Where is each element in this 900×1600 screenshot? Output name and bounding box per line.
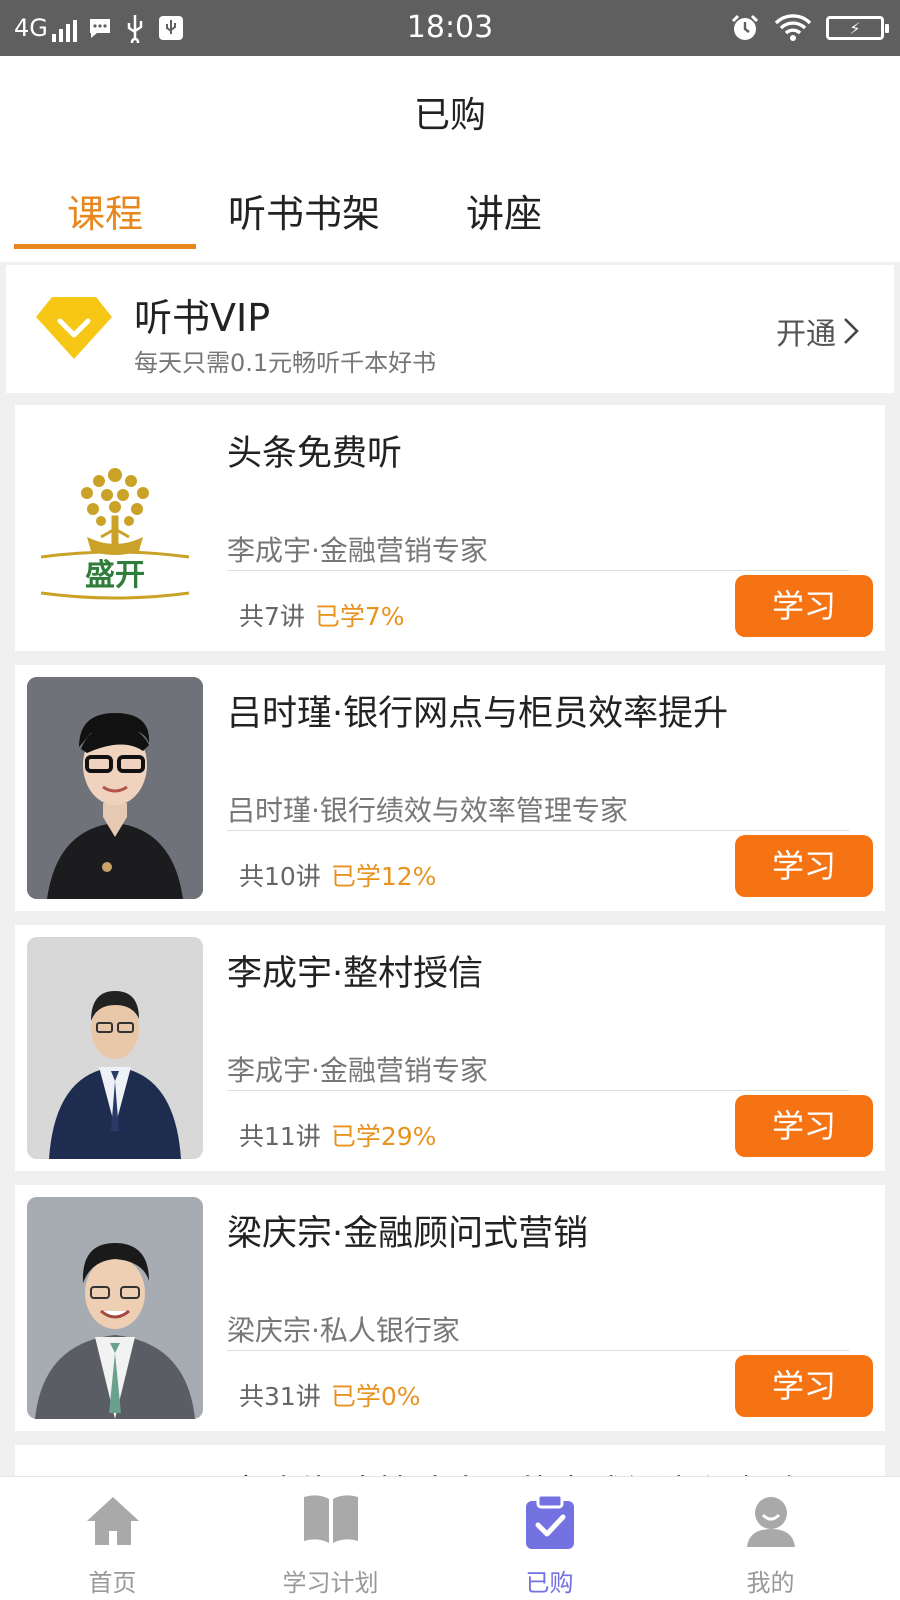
course-stats: 共10讲 已学12% [239, 857, 436, 893]
vip-open-label: 开通 [776, 317, 836, 352]
lesson-count: 共7讲 [239, 602, 305, 631]
course-card[interactable]: 李成宇·整村授信 李成宇·金融营销专家 共11讲 已学29% 学习 [15, 925, 885, 1171]
chevron-right-icon [844, 318, 859, 344]
study-button[interactable]: 学习 [735, 1355, 873, 1417]
study-button[interactable]: 学习 [735, 835, 873, 897]
home-icon [86, 1497, 139, 1545]
tab-lectures[interactable]: 讲座 [452, 184, 556, 262]
course-author: 李成宇·金融营销专家 [227, 1054, 488, 1087]
diamond-icon [36, 297, 112, 359]
vip-title: 听书VIP [134, 296, 271, 340]
shengkai-logo-text: 盛开 [85, 558, 145, 593]
course-title: 头条免费听 [227, 434, 403, 474]
course-thumbnail [27, 1197, 203, 1419]
status-bar: 4G 18:03 ⚡ [0, 0, 900, 56]
tab-bar: 课程 听书书架 讲座 [0, 184, 900, 262]
course-stats: 共11讲 已学29% [239, 1117, 436, 1153]
page-title: 已购 [413, 95, 486, 136]
tab-audiobook-shelf[interactable]: 听书书架 [214, 184, 394, 262]
shengkai-logo: 盛开 [40, 468, 190, 600]
study-progress: 已学7% [314, 602, 405, 631]
study-button[interactable]: 学习 [735, 1095, 873, 1157]
course-stats: 共7讲 已学7% [239, 597, 405, 633]
study-progress: 已学12% [330, 862, 437, 891]
battery-icon: ⚡ [826, 16, 889, 40]
tab-courses[interactable]: 课程 [14, 184, 196, 262]
course-author: 吕时瑾·银行绩效与效率管理专家 [227, 794, 628, 827]
course-title: 梁庆宗·金融顾问式营销 [227, 1214, 589, 1254]
course-title: 吕时瑾·银行网点与柜员效率提升 [227, 694, 729, 734]
clipboard-check-icon [525, 1493, 574, 1549]
study-button[interactable]: 学习 [735, 575, 873, 637]
lesson-count: 共11讲 [239, 1122, 321, 1151]
book-icon [303, 1495, 358, 1543]
nav-label: 学习计划 [282, 1569, 379, 1597]
course-card[interactable]: 盛开 头条免费听 李成宇·金融营销专家 共7讲 已学7% 学习 [15, 405, 885, 651]
course-card[interactable]: 唐建伟·疫情冲击下的全球经济和金融 [15, 1445, 885, 1476]
user-icon [746, 1497, 795, 1547]
portrait-woman [27, 677, 203, 899]
divider [227, 1350, 849, 1351]
nav-label: 首页 [88, 1569, 137, 1597]
vip-open-button[interactable]: 开通 [776, 309, 860, 353]
divider [227, 1090, 849, 1091]
nav-item-study-plan[interactable]: 学习计划 [218, 1477, 443, 1600]
nav-label: 已购 [525, 1569, 574, 1597]
tab-active-indicator [14, 244, 196, 249]
course-thumbnail [27, 677, 203, 899]
wifi-icon [774, 14, 812, 41]
bottom-nav: 首页 学习计划 已购 我的 [0, 1476, 900, 1600]
portrait-man [27, 1197, 203, 1419]
course-card[interactable]: 梁庆宗·金融顾问式营销 梁庆宗·私人银行家 共31讲 已学0% 学习 [15, 1185, 885, 1431]
nav-item-mine[interactable]: 我的 [658, 1477, 883, 1600]
lesson-count: 共10讲 [239, 862, 321, 891]
course-card[interactable]: 吕时瑾·银行网点与柜员效率提升 吕时瑾·银行绩效与效率管理专家 共10讲 已学12… [15, 665, 885, 911]
course-thumbnail: 盛开 [27, 417, 203, 639]
course-author: 梁庆宗·私人银行家 [227, 1314, 460, 1347]
alarm-icon [731, 14, 759, 40]
course-title: 唐建伟·疫情冲击下的全球经济和金融 [227, 1465, 798, 1476]
course-stats: 共31讲 已学0% [239, 1377, 420, 1413]
divider [227, 570, 849, 571]
course-title: 李成宇·整村授信 [227, 954, 484, 994]
vip-banner[interactable]: 听书VIP 每天只需0.1元畅听千本好书 开通 [6, 265, 894, 393]
course-thumbnail [27, 937, 203, 1159]
divider [227, 830, 849, 831]
portrait-man [27, 937, 203, 1159]
study-progress: 已学0% [330, 1382, 421, 1411]
nav-item-home[interactable]: 首页 [0, 1477, 225, 1600]
study-progress: 已学29% [330, 1122, 437, 1151]
nav-item-purchased[interactable]: 已购 [437, 1477, 662, 1600]
nav-label: 我的 [746, 1569, 795, 1597]
course-author: 李成宇·金融营销专家 [227, 534, 488, 567]
lesson-count: 共31讲 [239, 1382, 321, 1411]
vip-subtitle: 每天只需0.1元畅听千本好书 [134, 349, 437, 377]
header: 已购 课程 听书书架 讲座 [0, 56, 900, 262]
